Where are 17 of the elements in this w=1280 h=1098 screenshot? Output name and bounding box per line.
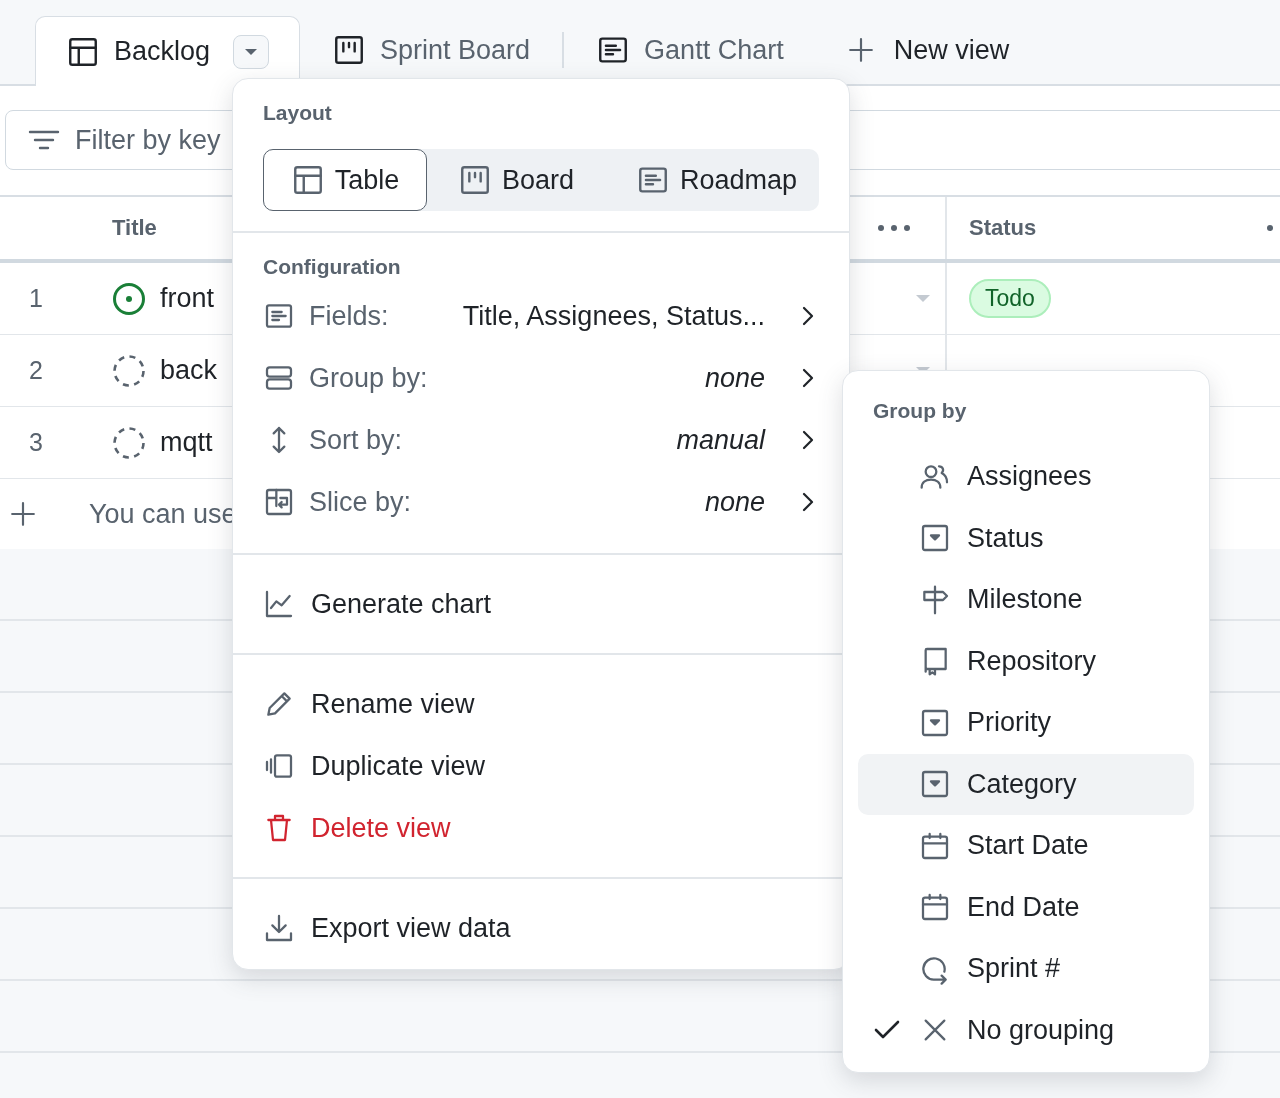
option-value: none	[704, 486, 765, 518]
section-label: Configuration	[263, 255, 402, 280]
row-number: 2	[29, 356, 43, 385]
status-badge: Todo	[969, 279, 1051, 318]
option-label: Sort by:	[309, 424, 403, 456]
row-number: 3	[29, 428, 43, 457]
option-label: Group by:	[309, 362, 428, 394]
option-value: none	[704, 362, 765, 394]
option-label: Fields:	[309, 300, 389, 332]
section-label: Layout	[263, 101, 333, 126]
menu-title: Group by	[872, 399, 968, 424]
option-label: Slice by:	[309, 486, 412, 518]
option-value: Title, Assignees, Status...	[462, 300, 765, 332]
row-number: 1	[29, 284, 43, 313]
column-header: Title	[112, 215, 157, 241]
column-header: Status	[969, 215, 1037, 241]
option-value: manual	[676, 424, 765, 456]
